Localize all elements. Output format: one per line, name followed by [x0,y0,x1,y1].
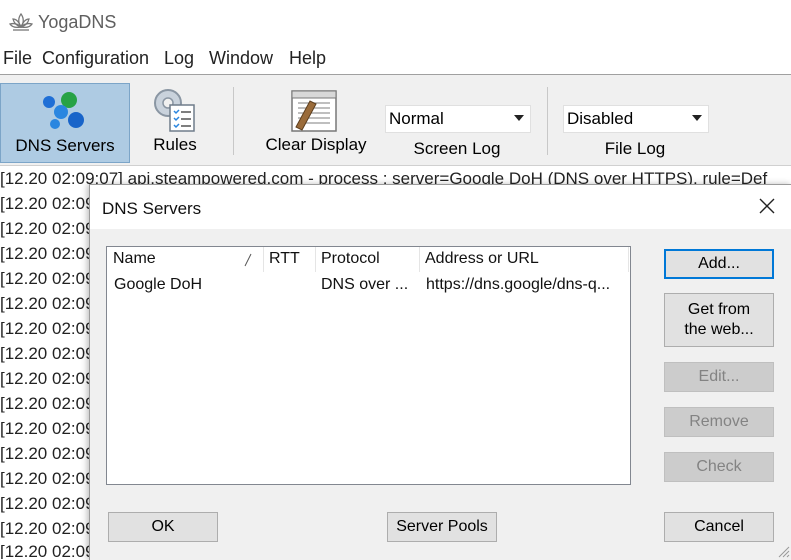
log-line: [12.20 02:09 [0,319,95,338]
log-line: [12.20 02:09 [0,219,95,238]
file-log-value: Disabled [567,109,634,128]
log-line: [12.20 02:09 [0,519,95,538]
rules-label: Rules [153,135,197,154]
column-rtt[interactable]: RTT [269,250,300,268]
rules-icon [154,89,195,132]
file-log-label: File Log [604,139,666,158]
screen-log-label: Screen Log [413,139,501,158]
row-protocol: DNS over ... [321,276,409,293]
sort-indicator-icon [244,253,252,267]
screen-log-value: Normal [389,109,444,128]
log-line: [12.20 02:09 [0,294,95,313]
row-name: Google DoH [114,276,203,293]
menu-help[interactable]: Help [289,48,326,69]
file-log-select[interactable]: Disabled [563,105,709,133]
dialog-titlebar: DNS Servers [90,185,791,229]
menu-bar: File Configuration Log Window Help [0,44,791,75]
close-icon[interactable] [758,197,776,215]
log-line: [12.20 02:09 [0,419,95,438]
column-divider[interactable] [315,247,316,272]
edit-button[interactable]: Edit... [664,362,774,392]
log-line: [12.20 02:09 [0,444,95,463]
app-titlebar: YogaDNS [0,0,791,44]
menu-log[interactable]: Log [164,48,194,69]
column-divider[interactable] [419,247,420,272]
dns-server-list[interactable]: Name RTT Protocol Address or URL Google … [106,246,631,485]
cancel-button[interactable]: Cancel [664,512,774,542]
dns-servers-button[interactable]: DNS Servers [0,83,130,163]
toolbar-separator [233,87,234,155]
ok-button[interactable]: OK [108,512,218,542]
log-line: [12.20 02:09 [0,542,95,559]
resize-grip-icon[interactable] [776,544,790,558]
get-from-web-label-line2: the web... [684,321,754,338]
clear-display-label: Clear Display [265,135,367,154]
add-button[interactable]: Add... [664,249,774,279]
check-button[interactable]: Check [664,452,774,482]
column-name[interactable]: Name [113,250,156,268]
app-title: YogaDNS [38,12,117,32]
column-divider[interactable] [263,247,264,272]
chevron-down-icon [692,115,702,121]
get-from-web-label-line1: Get from [687,301,751,318]
list-header: Name RTT Protocol Address or URL [107,247,630,272]
clear-display-button[interactable]: Clear Display [260,83,372,161]
toolbar: DNS Servers Rules Clear Display Normal S… [0,75,791,166]
log-line: [12.20 02:09 [0,469,95,488]
log-line: [12.20 02:09 [0,244,95,263]
lotus-logo-icon [9,12,33,31]
dns-servers-icon [43,92,84,129]
server-pools-button[interactable]: Server Pools [387,512,497,542]
column-divider[interactable] [628,247,629,272]
log-line: [12.20 02:09 [0,394,95,413]
menu-file[interactable]: File [3,48,32,69]
row-address: https://dns.google/dns-q... [426,276,611,293]
column-protocol[interactable]: Protocol [321,250,380,268]
dns-servers-label: DNS Servers [15,136,115,155]
menu-configuration[interactable]: Configuration [42,48,149,69]
toolbar-separator [547,87,548,155]
log-line: [12.20 02:09 [0,344,95,363]
column-address[interactable]: Address or URL [425,250,539,268]
rules-button[interactable]: Rules [130,83,220,161]
log-line: [12.20 02:09 [0,494,95,513]
chevron-down-icon [514,115,524,121]
remove-button[interactable]: Remove [664,407,774,437]
screen-log-select[interactable]: Normal [385,105,531,133]
get-from-web-button[interactable]: Get from the web... [664,293,774,347]
log-line: [12.20 02:09 [0,269,95,288]
log-line: [12.20 02:09 [0,369,95,388]
menu-window[interactable]: Window [209,48,273,69]
dialog-title: DNS Servers [102,199,202,218]
dns-servers-dialog: DNS Servers Name RTT Protocol Address or… [89,184,791,560]
clear-display-icon [291,90,337,132]
log-line: [12.20 02:09 [0,194,95,213]
